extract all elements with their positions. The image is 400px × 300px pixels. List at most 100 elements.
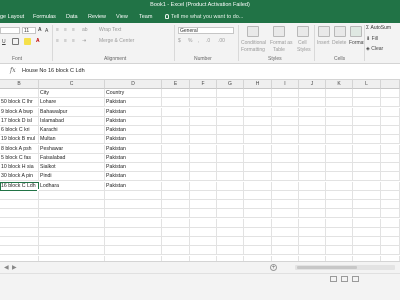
tab-formulas[interactable]: Formulas [33,14,56,20]
increase-decimal-icon[interactable]: .0 [206,38,210,44]
grid-cell[interactable] [162,237,190,246]
grid-cell[interactable] [217,190,244,200]
grid-cell[interactable] [381,144,400,154]
cell-styles-label-1[interactable]: Cell [298,40,307,46]
grid-cell[interactable] [244,135,272,145]
grid-cell[interactable] [272,227,299,237]
grid-cell[interactable] [190,209,217,219]
grid-cell[interactable] [272,89,299,98]
grid-cell[interactable]: 10 block H sia [0,163,39,172]
grid-cell[interactable] [217,237,244,246]
grid-cell[interactable] [217,153,244,163]
grid-cell[interactable] [244,237,272,246]
grid-cell[interactable] [190,227,217,237]
grid-cell[interactable] [299,116,326,126]
page-layout-view-icon[interactable] [341,276,348,282]
grid-cell[interactable] [272,98,299,108]
grid-cell[interactable] [217,107,244,117]
grid-cell[interactable] [326,209,353,219]
grid-cell[interactable] [272,218,299,228]
grid-cell[interactable]: 30 block A pin [0,172,39,182]
grid-cell[interactable] [162,126,190,135]
clear-button[interactable]: ◈ Clear [366,46,383,52]
grid-cell[interactable] [190,200,217,209]
align-bottom-icon[interactable]: ≡ [72,27,75,33]
add-sheet-button[interactable]: + [270,264,277,271]
grid-cell[interactable] [326,190,353,200]
grid-cell[interactable] [0,209,39,219]
grid-cell[interactable] [299,200,326,209]
delete-button[interactable]: Delete [332,40,346,46]
grid-cell[interactable] [217,163,244,172]
grid-cell[interactable]: Islamabad [39,116,105,126]
grid-cell[interactable] [353,163,381,172]
number-format-select[interactable]: General [178,27,234,34]
grid-cell[interactable] [381,135,400,145]
grid-cell[interactable] [381,98,400,108]
column-header-j[interactable]: J [299,80,326,89]
conditional-formatting-label-2[interactable]: Formatting [241,47,265,53]
grid-cell[interactable] [39,190,105,200]
grid-cell[interactable] [244,227,272,237]
grid-cell[interactable]: Karachi [39,126,105,135]
grid-cell[interactable] [272,116,299,126]
grid-cell[interactable] [299,237,326,246]
column-header-i[interactable]: I [272,80,299,89]
grid-cell[interactable] [244,218,272,228]
align-left-icon[interactable]: ≡ [56,38,59,44]
column-header-m[interactable] [381,80,400,89]
grid-cell[interactable] [326,163,353,172]
grid-cell[interactable] [190,107,217,117]
grid-cell[interactable]: Pakistan [105,172,162,182]
grid-cell[interactable] [162,172,190,182]
grid-cell[interactable] [272,107,299,117]
grid-cell[interactable] [272,190,299,200]
fx-icon[interactable]: fx [10,67,16,74]
grid-cell[interactable]: Pakistan [105,181,162,191]
grid-cell[interactable] [381,200,400,209]
grid-cell[interactable] [162,218,190,228]
grid-cell[interactable] [272,200,299,209]
grid-cell[interactable] [244,89,272,98]
normal-view-icon[interactable] [330,276,337,282]
grid-cell[interactable] [272,144,299,154]
fill-handle[interactable] [37,188,39,191]
merge-center-button[interactable]: Merge & Center [99,38,134,44]
grid-cell[interactable]: Pindi [39,172,105,182]
tab-review[interactable]: Review [88,14,106,20]
format-as-table-icon[interactable] [273,26,285,37]
grid-cell[interactable]: 6 block C kri [0,126,39,135]
fill-color-icon[interactable] [24,38,31,45]
grid-cell[interactable] [162,89,190,98]
grid-cell[interactable] [244,181,272,191]
grid-cell[interactable] [244,163,272,172]
column-header-h[interactable]: H [244,80,272,89]
grid-cell[interactable] [381,209,400,219]
grid-cell[interactable] [299,181,326,191]
grid-cell[interactable] [244,246,272,256]
grid-cell[interactable] [105,237,162,246]
grid-cell[interactable] [353,246,381,256]
grid-cell[interactable] [353,144,381,154]
grid-cell[interactable] [244,98,272,108]
grid-cell[interactable] [272,172,299,182]
grid-cell[interactable] [381,218,400,228]
grid-cell[interactable]: Pakistan [105,135,162,145]
grid-cell[interactable] [244,172,272,182]
grid-cell[interactable]: Peshawar [39,144,105,154]
grid-cell[interactable] [39,246,105,256]
grid-cell[interactable] [0,218,39,228]
grid-cell[interactable] [326,218,353,228]
grid-cell[interactable] [326,107,353,117]
grid-cell[interactable] [272,237,299,246]
grid-cell[interactable] [190,153,217,163]
grid-cell[interactable]: Faisalabad [39,153,105,163]
grid-cell[interactable] [326,227,353,237]
grid-cell[interactable]: 50 block C lhr [0,98,39,108]
tab-data[interactable]: Data [66,14,78,20]
column-header-b[interactable]: B [0,80,39,89]
grid-cell[interactable] [381,107,400,117]
grid-cell[interactable]: 8 block A psh [0,144,39,154]
grid-cell[interactable] [190,218,217,228]
wrap-text-button[interactable]: Wrap Text [99,27,121,33]
